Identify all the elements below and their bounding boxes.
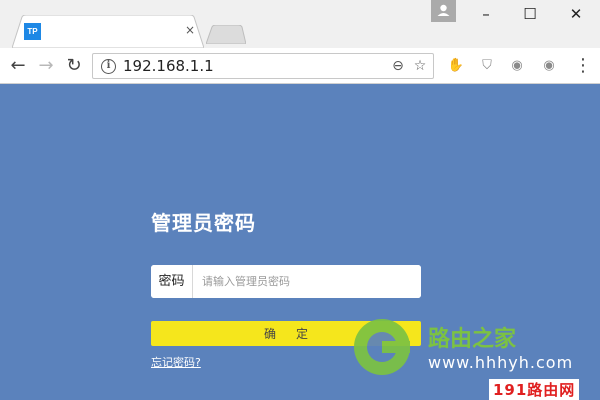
browser-toolbar: ← → ↻ i 192.168.1.1 ⊖ ☆ ✋ ⛉ ◉ ◉ ⋮ [0, 48, 600, 84]
shield-icon[interactable]: ⛉ [478, 57, 496, 75]
new-tab-button[interactable] [206, 25, 246, 44]
mask2-icon[interactable]: ◉ [540, 57, 558, 75]
forward-button[interactable]: → [34, 54, 58, 78]
reload-button[interactable]: ↻ [62, 54, 86, 78]
tab-title [48, 26, 128, 37]
zoom-icon[interactable]: ⊖ [389, 57, 407, 75]
password-row: 密码 [151, 265, 421, 298]
maximize-button[interactable]: ☐ [508, 0, 552, 28]
password-label: 密码 [151, 265, 193, 298]
brand-logo-icon [354, 319, 410, 375]
profile-icon[interactable] [431, 0, 456, 22]
mask-icon[interactable]: ◉ [508, 57, 526, 75]
person-icon [437, 4, 450, 16]
close-window-button[interactable]: ✕ [554, 0, 598, 28]
password-input[interactable] [194, 265, 421, 298]
browser-menu-icon[interactable]: ⋮ [574, 55, 592, 77]
url-text[interactable]: 192.168.1.1 [123, 57, 214, 75]
minimize-button[interactable]: – [464, 0, 508, 28]
hand-icon[interactable]: ✋ [447, 57, 465, 75]
router-login-page: 管理员密码 密码 确定 忘记密码? 路由之家 www.hhhyh.com 191… [0, 85, 600, 400]
corner-watermark: 191路由网 [489, 379, 580, 400]
forgot-password-link[interactable]: 忘记密码? [151, 354, 201, 370]
address-bar[interactable]: i 192.168.1.1 ⊖ ☆ [92, 53, 434, 79]
tp-link-favicon-icon: TP [24, 23, 41, 40]
tab-strip: TP × – ☐ ✕ [0, 0, 600, 48]
browser-tab[interactable]: TP × [12, 15, 204, 48]
info-icon[interactable]: i [101, 59, 116, 74]
page-title: 管理员密码 [151, 211, 256, 235]
tab-close-icon[interactable]: × [182, 22, 198, 38]
brand-logo-text: 路由之家 [428, 327, 517, 352]
brand-logo-url: www.hhhyh.com [428, 353, 574, 372]
bookmark-star-icon[interactable]: ☆ [411, 57, 429, 75]
back-button[interactable]: ← [6, 54, 30, 78]
